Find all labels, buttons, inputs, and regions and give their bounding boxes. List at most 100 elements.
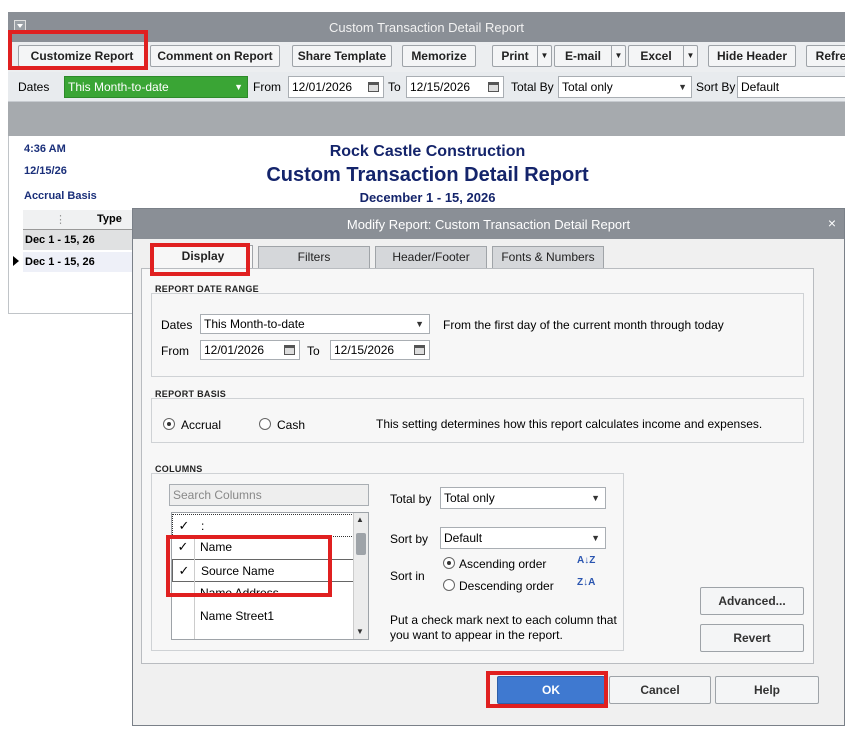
checkmark-icon[interactable]: ✓ <box>176 536 190 558</box>
columns-list: ✓ : ✓ Name ✓ Source Name Name Address Na… <box>171 512 369 640</box>
print-label: Print <box>501 49 529 63</box>
dialog-titlebar: Modify Report: Custom Transaction Detail… <box>133 209 844 239</box>
report-date-range-group <box>151 293 804 377</box>
total-by-label: Total by <box>390 492 432 506</box>
share-template-button[interactable]: Share Template <box>292 45 392 67</box>
to-date-field[interactable]: 12/15/2026 <box>406 76 504 98</box>
list-item[interactable]: Name Street1 <box>172 605 354 628</box>
column-type-header[interactable]: Type <box>97 213 122 225</box>
dialog-dates-select[interactable]: This Month-to-date ▼ <box>200 314 430 334</box>
print-button[interactable]: Print ▼ <box>492 45 552 67</box>
dates-value: This Month-to-date <box>68 80 169 94</box>
calendar-icon[interactable] <box>368 82 379 92</box>
report-filter-bar: Dates This Month-to-date ▼ From 12/01/20… <box>8 72 845 102</box>
dialog-from-date-value: 12/01/2026 <box>204 343 265 357</box>
email-dropdown-icon[interactable]: ▼ <box>611 46 625 66</box>
cash-radio[interactable] <box>259 418 271 430</box>
scroll-down-icon[interactable]: ▼ <box>356 627 364 636</box>
excel-dropdown-icon[interactable]: ▼ <box>683 46 697 66</box>
chevron-down-icon: ▼ <box>591 493 600 503</box>
chevron-down-icon: ▼ <box>678 82 687 92</box>
ascending-radio[interactable] <box>443 557 455 569</box>
ok-button[interactable]: OK <box>497 676 605 704</box>
row-pointer-icon <box>13 256 19 266</box>
revert-button[interactable]: Revert <box>700 624 804 652</box>
dates-select[interactable]: This Month-to-date ▼ <box>64 76 248 98</box>
advanced-button[interactable]: Advanced... <box>700 587 804 615</box>
report-window-titlebar: Custom Transaction Detail Report <box>8 12 845 42</box>
sort-by-select[interactable]: Default <box>737 76 845 98</box>
scroll-up-icon[interactable]: ▲ <box>356 515 364 524</box>
chevron-down-icon: ▼ <box>415 319 424 329</box>
report-column-header: ⋮ Type <box>23 210 135 230</box>
dialog-total-by-select[interactable]: Total only ▼ <box>440 487 606 509</box>
dialog-to-date-field[interactable]: 12/15/2026 <box>330 340 430 360</box>
tab-fonts-numbers[interactable]: Fonts & Numbers <box>492 246 604 268</box>
hide-header-button[interactable]: Hide Header <box>708 45 796 67</box>
tab-filters[interactable]: Filters <box>258 246 370 268</box>
report-toolbar: Customize Report Comment on Report Share… <box>8 42 845 72</box>
refresh-button[interactable]: Refre <box>806 45 845 67</box>
from-label: From <box>253 80 281 94</box>
customize-report-button[interactable]: Customize Report <box>18 45 146 67</box>
columns-hint: Put a check mark next to each column tha… <box>390 613 617 642</box>
basis-description: This setting determines how this report … <box>376 417 763 431</box>
email-button[interactable]: E-mail ▼ <box>554 45 626 67</box>
dialog-sort-by-select[interactable]: Default ▼ <box>440 527 606 549</box>
report-window-gap <box>8 102 845 136</box>
print-dropdown-icon[interactable]: ▼ <box>537 46 551 66</box>
list-item[interactable]: ✓ Name <box>172 536 354 559</box>
excel-button[interactable]: Excel ▼ <box>628 45 698 67</box>
dialog-to-date-value: 12/15/2026 <box>334 343 395 357</box>
sort-in-label: Sort in <box>390 569 425 583</box>
total-by-value: Total only <box>562 80 613 94</box>
search-columns-input[interactable]: Search Columns <box>169 484 369 506</box>
list-item[interactable]: ✓ : <box>172 514 354 537</box>
modify-report-dialog: Modify Report: Custom Transaction Detail… <box>132 208 845 726</box>
sort-by-label: Sort By <box>696 80 736 94</box>
calendar-icon[interactable] <box>284 345 295 355</box>
accrual-label[interactable]: Accrual <box>181 418 221 432</box>
column-resize-handle[interactable]: ⋮ <box>55 213 66 226</box>
list-item[interactable]: Name Address <box>172 582 354 605</box>
chevron-down-icon: ▼ <box>234 82 243 92</box>
tab-display[interactable]: Display <box>153 245 253 269</box>
dialog-dates-value: This Month-to-date <box>204 317 305 331</box>
list-item[interactable]: ✓ Source Name <box>172 559 354 582</box>
screen: Custom Transaction Detail Report Customi… <box>0 0 845 733</box>
to-label: To <box>388 80 401 94</box>
from-date-field[interactable]: 12/01/2026 <box>288 76 384 98</box>
excel-label: Excel <box>640 49 672 63</box>
ascending-label[interactable]: Ascending order <box>459 557 546 571</box>
table-row[interactable]: Dec 1 - 15, 26 <box>23 230 135 250</box>
descending-radio[interactable] <box>443 579 455 591</box>
calendar-icon[interactable] <box>488 82 499 92</box>
scroll-thumb[interactable] <box>356 533 366 555</box>
dialog-total-by-value: Total only <box>444 491 495 505</box>
total-by-label: Total By <box>511 80 554 94</box>
tab-header-footer[interactable]: Header/Footer <box>375 246 487 268</box>
memorize-button[interactable]: Memorize <box>402 45 476 67</box>
close-icon[interactable]: × <box>828 215 836 231</box>
total-by-select[interactable]: Total only ▼ <box>558 76 692 98</box>
checkmark-icon[interactable]: ✓ <box>177 560 191 582</box>
comment-on-report-button[interactable]: Comment on Report <box>150 45 280 67</box>
columns-scrollbar[interactable]: ▲ ▼ <box>353 513 368 639</box>
column-name: Name Street1 <box>200 609 275 623</box>
descending-label[interactable]: Descending order <box>459 579 554 593</box>
cancel-button[interactable]: Cancel <box>609 676 711 704</box>
dialog-from-date-field[interactable]: 12/01/2026 <box>200 340 300 360</box>
dates-label: Dates <box>161 318 193 332</box>
column-name: Source Name <box>201 564 275 578</box>
calendar-icon[interactable] <box>414 345 425 355</box>
report-title: Custom Transaction Detail Report <box>266 164 589 186</box>
column-name: Name Address <box>200 586 279 600</box>
accrual-radio[interactable] <box>163 418 175 430</box>
checkmark-icon[interactable]: ✓ <box>177 515 191 537</box>
cash-label[interactable]: Cash <box>277 418 305 432</box>
sort-by-label: Sort by <box>390 532 429 546</box>
table-row[interactable]: Dec 1 - 15, 26 <box>23 252 135 272</box>
to-label: To <box>307 344 320 358</box>
sort-ascending-icon: A↓Z <box>577 555 596 566</box>
help-button[interactable]: Help <box>715 676 819 704</box>
